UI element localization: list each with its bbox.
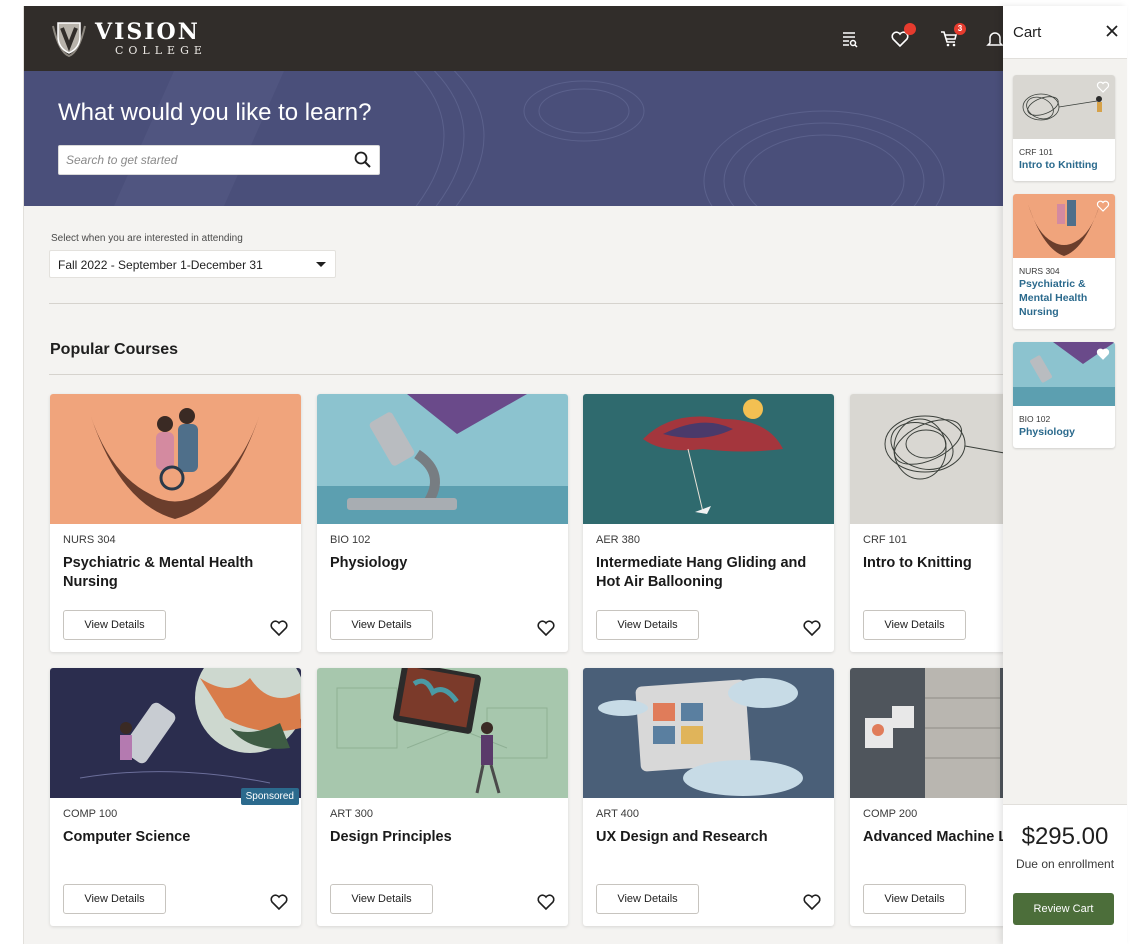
cart-total: $295.00 bbox=[1021, 823, 1109, 850]
course-code: AER 380 bbox=[596, 534, 641, 546]
course-card[interactable]: BIO 102 Physiology View Details bbox=[317, 394, 568, 652]
review-cart-button[interactable]: Review Cart bbox=[1013, 893, 1114, 925]
heart-icon[interactable] bbox=[1096, 80, 1110, 94]
cart-header: Cart bbox=[1003, 6, 1127, 58]
catalog-search-icon[interactable] bbox=[837, 26, 863, 52]
heart-icon[interactable] bbox=[536, 618, 556, 638]
course-title[interactable]: UX Design and Research bbox=[596, 828, 824, 847]
course-title[interactable]: Physiology bbox=[330, 554, 558, 573]
course-card[interactable]: AER 380 Intermediate Hang Gliding and Ho… bbox=[583, 394, 834, 652]
cart-item-code: NURS 304 bbox=[1019, 266, 1060, 276]
term-select[interactable]: Fall 2022 - September 1-December 31 bbox=[49, 250, 336, 278]
term-select-value: Fall 2022 - September 1-December 31 bbox=[58, 258, 263, 272]
view-details-button[interactable]: View Details bbox=[863, 610, 966, 640]
cart-item[interactable]: CRF 101 Intro to Knitting bbox=[1013, 75, 1115, 181]
course-title[interactable]: Intermediate Hang Gliding and Hot Air Ba… bbox=[596, 554, 824, 592]
cart-item-title[interactable]: Physiology bbox=[1019, 425, 1113, 439]
course-code: NURS 304 bbox=[63, 534, 116, 546]
cart-item-code: CRF 101 bbox=[1019, 147, 1054, 157]
course-image bbox=[583, 668, 834, 798]
course-code: COMP 200 bbox=[863, 808, 918, 820]
shield-logo-icon bbox=[49, 18, 89, 58]
course-card[interactable]: ART 400 UX Design and Research View Deta… bbox=[583, 668, 834, 926]
vision-college-logo[interactable]: VISION COLLEGE bbox=[49, 16, 207, 60]
divider bbox=[49, 374, 1049, 375]
course-title[interactable]: Psychiatric & Mental Health Nursing bbox=[63, 554, 291, 592]
cart-footer: $295.00 Due on enrollment Review Cart bbox=[1003, 804, 1127, 944]
cart-items-list: CRF 101 Intro to Knitting NURS 304 Psych… bbox=[1003, 58, 1127, 804]
course-code: BIO 102 bbox=[330, 534, 371, 546]
app-frame: VISION COLLEGE 3 What would you like to … bbox=[23, 6, 1113, 944]
top-bar: VISION COLLEGE 3 bbox=[24, 6, 1113, 71]
divider bbox=[49, 303, 1049, 304]
view-details-button[interactable]: View Details bbox=[330, 610, 433, 640]
hero-title: What would you like to learn? bbox=[58, 99, 372, 126]
cart-item[interactable]: NURS 304 Psychiatric & Mental Health Nur… bbox=[1013, 194, 1115, 329]
course-card[interactable]: Sponsored COMP 100 Computer Science View… bbox=[50, 668, 301, 926]
course-code: ART 400 bbox=[596, 808, 640, 820]
heart-icon[interactable] bbox=[802, 892, 822, 912]
section-title: Popular Courses bbox=[50, 341, 179, 358]
cart-icon[interactable]: 3 bbox=[937, 23, 966, 52]
view-details-button[interactable]: View Details bbox=[330, 884, 433, 914]
course-code: ART 300 bbox=[330, 808, 374, 820]
course-image bbox=[317, 668, 568, 798]
cart-title: Cart bbox=[1013, 24, 1042, 41]
chevron-down-icon bbox=[316, 262, 326, 267]
hero-texture bbox=[114, 71, 945, 206]
view-details-button[interactable]: View Details bbox=[596, 884, 699, 914]
favorites-badge bbox=[904, 23, 916, 35]
logo-subtitle: COLLEGE bbox=[115, 43, 207, 57]
heart-filled-icon[interactable] bbox=[1096, 347, 1110, 361]
cart-item-code: BIO 102 bbox=[1019, 414, 1051, 424]
heart-icon[interactable] bbox=[1096, 199, 1110, 213]
course-title[interactable]: Computer Science bbox=[63, 828, 291, 847]
close-icon[interactable] bbox=[1103, 22, 1121, 40]
favorites-heart-icon[interactable] bbox=[887, 23, 916, 52]
cart-due-label: Due on enrollment bbox=[1015, 857, 1115, 871]
heart-icon[interactable] bbox=[269, 892, 289, 912]
course-image bbox=[317, 394, 568, 524]
course-title[interactable]: Design Principles bbox=[330, 828, 558, 847]
course-image bbox=[50, 668, 301, 798]
view-details-button[interactable]: View Details bbox=[596, 610, 699, 640]
search-input[interactable] bbox=[59, 146, 349, 174]
course-card[interactable]: ART 300 Design Principles View Details bbox=[317, 668, 568, 926]
heart-icon[interactable] bbox=[802, 618, 822, 638]
view-details-button[interactable]: View Details bbox=[63, 884, 166, 914]
view-details-button[interactable]: View Details bbox=[63, 610, 166, 640]
course-image bbox=[50, 394, 301, 524]
cart-item[interactable]: BIO 102 Physiology bbox=[1013, 342, 1115, 448]
cart-item-title[interactable]: Intro to Knitting bbox=[1019, 158, 1113, 172]
course-image bbox=[583, 394, 834, 524]
course-code: CRF 101 bbox=[863, 534, 908, 546]
logo-title: VISION bbox=[95, 18, 200, 45]
cart-count-badge: 3 bbox=[954, 23, 966, 35]
cart-drawer: Cart CRF 101 Intro to Knitting NURS 304 … bbox=[1003, 6, 1127, 944]
heart-icon[interactable] bbox=[536, 892, 556, 912]
heart-icon[interactable] bbox=[269, 618, 289, 638]
course-code: COMP 100 bbox=[63, 808, 118, 820]
search-icon[interactable] bbox=[353, 150, 373, 170]
search-box bbox=[58, 145, 380, 175]
course-card[interactable]: NURS 304 Psychiatric & Mental Health Nur… bbox=[50, 394, 301, 652]
hero-banner: What would you like to learn? bbox=[24, 71, 1113, 206]
cart-item-title[interactable]: Psychiatric & Mental Health Nursing bbox=[1019, 277, 1113, 319]
term-label: Select when you are interested in attend… bbox=[51, 233, 243, 244]
sponsored-badge: Sponsored bbox=[240, 788, 299, 805]
view-details-button[interactable]: View Details bbox=[863, 884, 966, 914]
